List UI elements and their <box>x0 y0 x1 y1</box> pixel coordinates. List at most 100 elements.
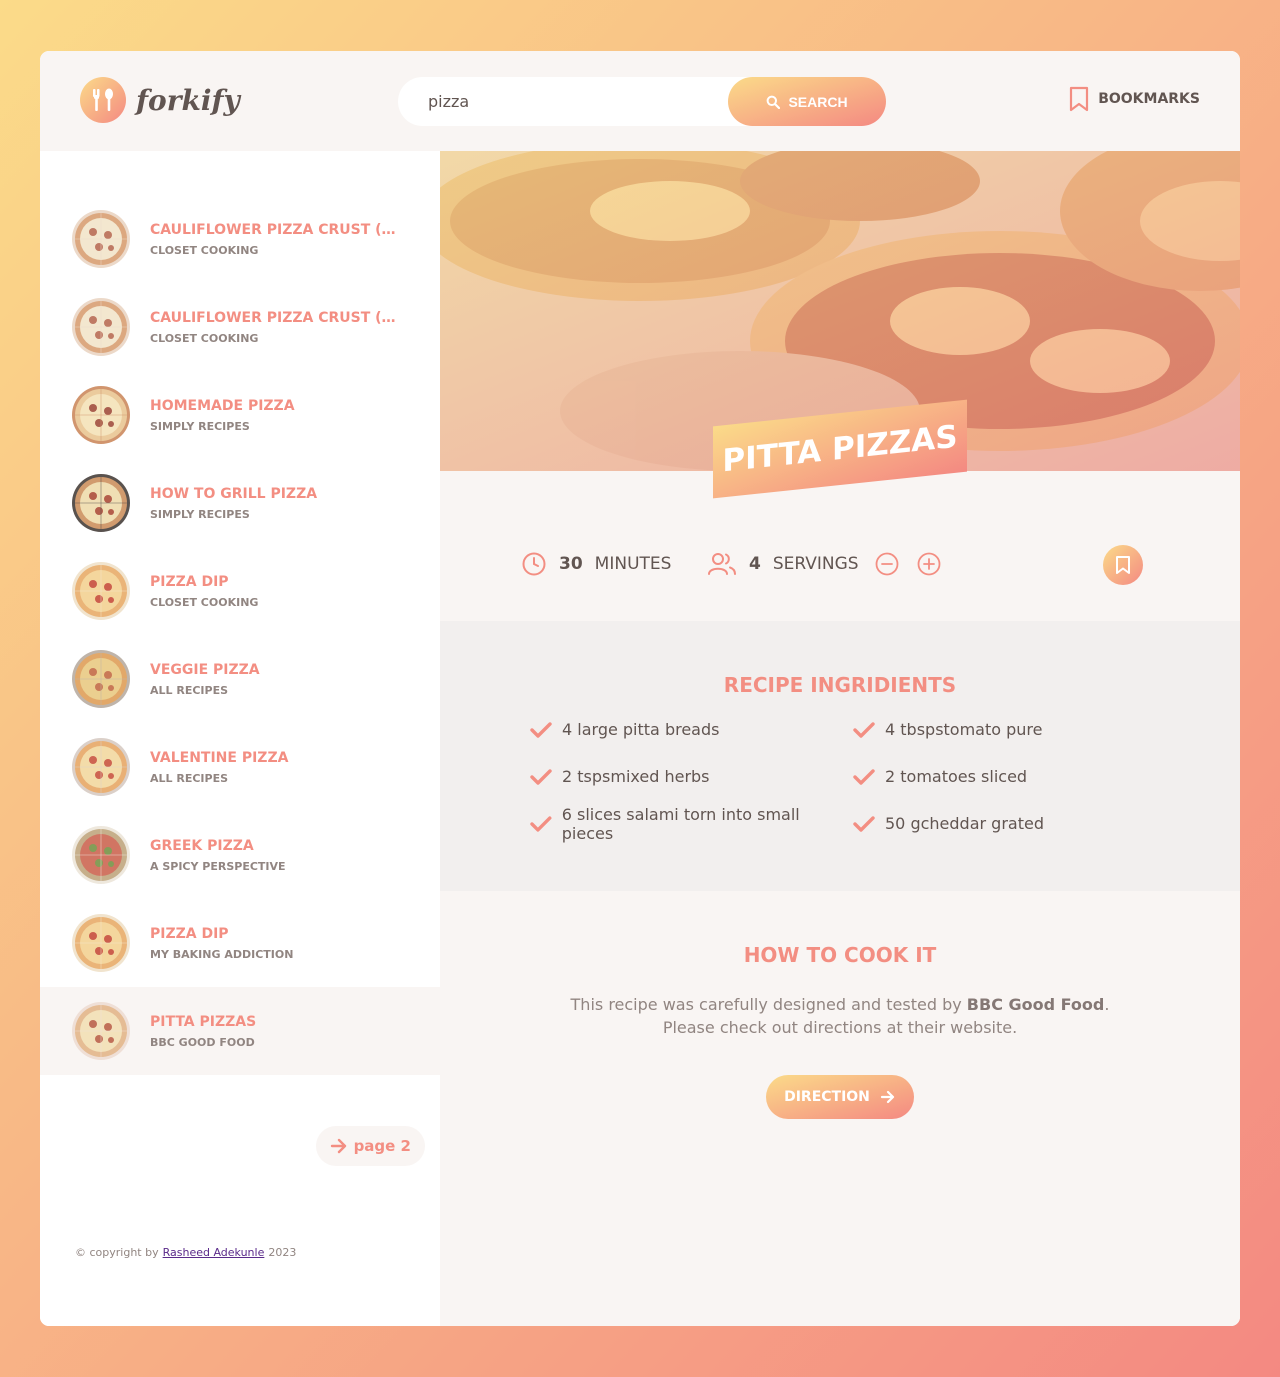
bookmarks-button[interactable]: Bookmarks <box>1068 86 1200 112</box>
bookmarks-label: Bookmarks <box>1098 91 1200 107</box>
result-publisher: Closet Cooking <box>150 595 259 609</box>
search-button[interactable]: Search <box>728 77 886 126</box>
ingredient-text: 2 tspsmixed herbs <box>562 767 710 786</box>
bookmark-icon <box>1070 86 1089 112</box>
search-icon <box>767 95 781 109</box>
bookmark-recipe-button[interactable] <box>1103 545 1143 585</box>
ingredient-text: 2 tomatoes sliced <box>885 767 1028 786</box>
copyright-prefix: © copyright by <box>75 1246 159 1259</box>
ingredient-item: 2 tspsmixed herbs <box>530 766 853 787</box>
header: forkify Search Bookmarks <box>40 51 1240 151</box>
result-item[interactable]: Pizza Dip Closet Cooking <box>40 547 440 635</box>
result-publisher: All Recipes <box>150 771 229 785</box>
result-text: Cauliflower Pizza Crust (with BBQ Chicke… <box>150 222 400 257</box>
logo-text: forkify <box>136 83 240 117</box>
arrow-right-icon <box>880 1090 895 1104</box>
check-icon <box>853 815 875 832</box>
result-title: Pizza Dip <box>150 573 229 590</box>
results-list: Cauliflower Pizza Crust (with BBQ Chicke… <box>40 195 440 1075</box>
search-form: Search <box>398 77 886 126</box>
result-item[interactable]: Veggie Pizza All Recipes <box>40 635 440 723</box>
result-thumbnail <box>72 298 130 356</box>
check-icon <box>853 768 875 785</box>
recipe: Pitta Pizzas 30 minutes 4 s <box>440 151 1240 1326</box>
result-item[interactable]: How to Grill Pizza Simply Recipes <box>40 459 440 547</box>
result-title: Cauliflower Pizza Crust (with BBQ Chicke… <box>150 221 400 238</box>
result-item[interactable]: Cauliflower Pizza Crust (with BBQ Chicke… <box>40 195 440 283</box>
result-text: Pizza Dip Closet Cooking <box>150 574 400 609</box>
result-publisher: Closet Cooking <box>150 243 259 257</box>
ingredient-list: 4 large pitta breads 4 tbspstomato pure 2 … <box>530 719 1240 843</box>
result-item[interactable]: Pitta Pizzas BBC Good Food <box>40 987 440 1075</box>
check-icon <box>853 721 875 738</box>
result-title: How to Grill Pizza <box>150 485 318 502</box>
result-thumbnail <box>72 474 130 532</box>
bookmark-icon <box>1116 556 1130 574</box>
search-input[interactable] <box>428 92 718 111</box>
check-icon <box>530 721 552 738</box>
result-text: Cauliflower Pizza Crust (with BBQ Chicke… <box>150 310 400 345</box>
result-thumbnail <box>72 826 130 884</box>
result-publisher: BBC Good Food <box>150 1035 255 1049</box>
fork-spoon-icon <box>80 77 126 123</box>
ingredient-item: 4 large pitta breads <box>530 719 853 740</box>
check-icon <box>530 815 552 832</box>
ingredients-heading: Recipe ingridients <box>723 673 957 697</box>
result-thumbnail <box>72 562 130 620</box>
ingredient-item: 4 tbspstomato pure <box>853 719 1153 740</box>
result-title: Pitta Pizzas <box>150 1013 257 1030</box>
result-item[interactable]: Homemade Pizza Simply Recipes <box>40 371 440 459</box>
result-text: Valentine Pizza All Recipes <box>150 750 400 785</box>
servings-unit: servings <box>772 554 859 574</box>
ingredient-text: 4 tbspstomato pure <box>885 720 1043 739</box>
result-item[interactable]: Pizza Dip My Baking Addiction <box>40 899 440 987</box>
ingredient-item: 2 tomatoes sliced <box>853 766 1153 787</box>
result-item[interactable]: Greek Pizza A Spicy Perspective <box>40 811 440 899</box>
cooking-time-unit: minutes <box>594 554 672 574</box>
result-publisher: Simply Recipes <box>150 507 250 521</box>
result-title: Valentine Pizza <box>150 749 289 766</box>
result-text: How to Grill Pizza Simply Recipes <box>150 486 400 521</box>
check-icon <box>530 768 552 785</box>
copyright-year: 2023 <box>268 1246 297 1259</box>
result-item[interactable]: Cauliflower Pizza Crust (with BBQ Chicke… <box>40 283 440 371</box>
result-thumbnail <box>72 210 130 268</box>
direction-button-label: Direction <box>784 1089 870 1105</box>
increase-servings-button[interactable] <box>917 552 941 576</box>
logo[interactable]: forkify <box>80 77 240 123</box>
result-text: Homemade Pizza Simply Recipes <box>150 398 400 433</box>
result-publisher: Simply Recipes <box>150 419 250 433</box>
recipe-ingredients: Recipe ingridients 4 large pitta breads 4… <box>440 621 1240 891</box>
result-title: Veggie Pizza <box>150 661 260 678</box>
result-publisher: Closet Cooking <box>150 331 259 345</box>
search-button-label: Search <box>788 93 848 110</box>
recipe-directions: How to cook it This recipe was carefully… <box>440 891 1240 1326</box>
decrease-servings-button[interactable] <box>875 552 899 576</box>
result-text: Veggie Pizza All Recipes <box>150 662 400 697</box>
result-thumbnail <box>72 386 130 444</box>
ingredient-item: 50 gcheddar grated <box>853 813 1153 834</box>
cooking-time: 30 minutes <box>521 551 671 577</box>
recipe-details: 30 minutes 4 servings <box>440 545 1240 585</box>
result-item[interactable]: Valentine Pizza All Recipes <box>40 723 440 811</box>
recipe-title-text: Pitta Pizzas <box>722 418 958 480</box>
ingredient-text: 50 gcheddar grated <box>885 814 1044 833</box>
result-thumbnail <box>72 650 130 708</box>
directions-heading: How to cook it <box>743 943 937 967</box>
result-title: Cauliflower Pizza Crust (with BBQ Chicke… <box>150 309 400 326</box>
result-title: Greek Pizza <box>150 837 254 854</box>
servings: 4 servings <box>707 551 941 577</box>
clock-icon <box>522 552 546 576</box>
result-publisher: A Spicy Perspective <box>150 859 286 873</box>
cooking-time-value: 30 <box>559 554 583 574</box>
result-title: Pizza Dip <box>150 925 229 942</box>
pagination-next-button[interactable]: page 2 <box>315 1126 425 1166</box>
author-link[interactable]: Rasheed Adekunle <box>163 1246 265 1259</box>
recipe-publisher: BBC Good Food <box>966 995 1105 1014</box>
result-thumbnail <box>72 1002 130 1060</box>
direction-button[interactable]: Direction <box>766 1075 914 1119</box>
directions-text: This recipe was carefully designed and t… <box>555 993 1125 1039</box>
users-icon <box>708 553 736 575</box>
ingredient-item: 6 slices salami torn into small pieces <box>530 805 853 843</box>
result-thumbnail <box>72 914 130 972</box>
